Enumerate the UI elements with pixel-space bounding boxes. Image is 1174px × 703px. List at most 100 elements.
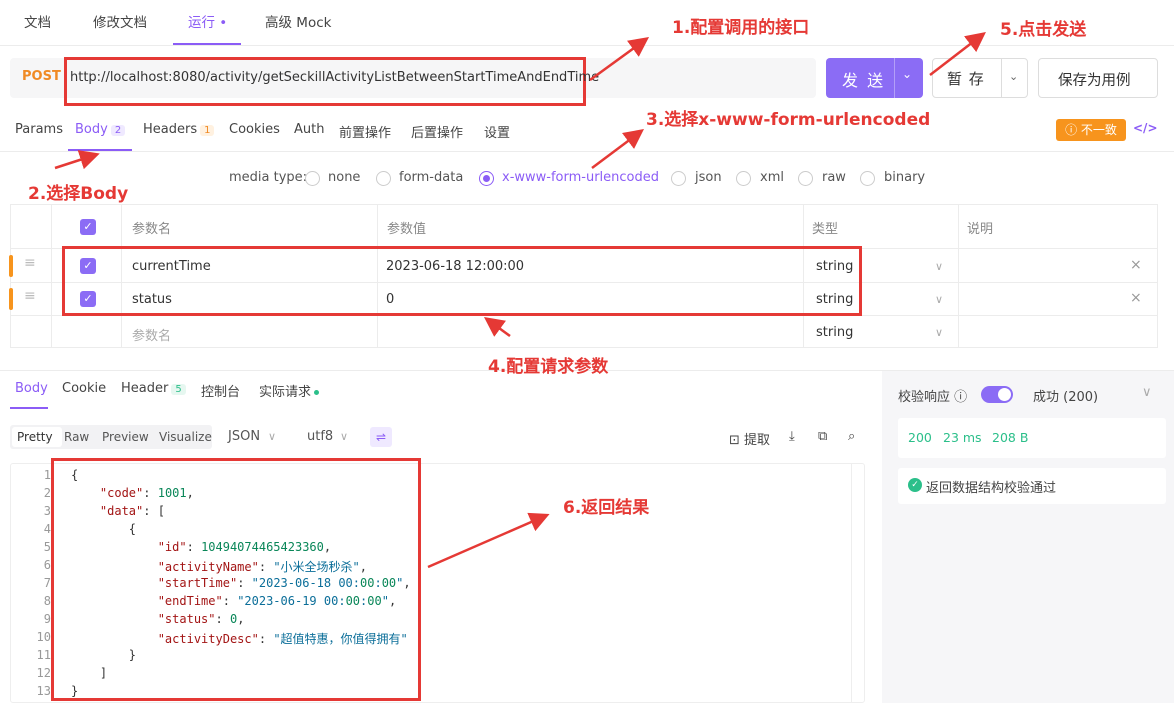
chevron-down-icon[interactable]: ∨	[935, 293, 943, 306]
chevron-down-icon[interactable]: ∨	[340, 430, 348, 443]
tab-body[interactable]: Body 2	[75, 122, 126, 137]
tab-response-cookie[interactable]: Cookie	[62, 381, 106, 396]
validate-toggle[interactable]	[981, 386, 1013, 403]
line-number: 12	[36, 666, 51, 680]
tab-response-header-label: Header	[121, 381, 169, 396]
chevron-down-icon[interactable]: ∨	[935, 326, 943, 339]
radio-label-form-data[interactable]: form-data	[399, 170, 463, 185]
tab-headers[interactable]: Headers 1	[143, 122, 215, 137]
select-all-checkbox[interactable]: ✓	[80, 219, 96, 235]
drag-handle-icon[interactable]: ≡	[24, 288, 36, 304]
scrollbar[interactable]	[851, 464, 865, 702]
tab-cookies[interactable]: Cookies	[229, 122, 280, 137]
view-visualize[interactable]: Visualize	[159, 430, 212, 444]
close-icon[interactable]: ×	[1130, 257, 1142, 273]
tab-pre-ops[interactable]: 前置操作	[339, 122, 391, 141]
tab-post-ops[interactable]: 后置操作	[411, 122, 463, 141]
top-tab-bar: 文档 修改文档 运行 • 高级 Mock	[0, 0, 1174, 46]
radio-json[interactable]	[671, 171, 686, 186]
save-as-case-button[interactable]: 保存为用例	[1038, 58, 1158, 98]
check-circle-icon: ✓	[908, 478, 922, 492]
tab-console[interactable]: 控制台	[201, 381, 240, 400]
radio-form-data[interactable]	[376, 171, 391, 186]
radio-label-xml[interactable]: xml	[760, 170, 784, 185]
tab-response-header[interactable]: Header 5	[121, 381, 186, 396]
status-select[interactable]: 成功 (200)	[1033, 386, 1098, 405]
encoding-select[interactable]: utf8	[307, 429, 333, 444]
annotation-6: 6.返回结果	[563, 498, 650, 518]
tab-params[interactable]: Params	[15, 122, 63, 137]
radio-label-binary[interactable]: binary	[884, 170, 925, 185]
radio-label-none[interactable]: none	[328, 170, 360, 185]
response-tab-bar: Body Cookie Header 5 控制台 实际请求	[0, 372, 880, 410]
close-icon[interactable]: ×	[1130, 290, 1142, 306]
annotation-5: 5.点击发送	[1000, 20, 1087, 40]
radio-raw[interactable]	[798, 171, 813, 186]
radio-xml[interactable]	[736, 171, 751, 186]
body-count-badge: 2	[110, 125, 126, 136]
row-status-marker	[9, 288, 13, 310]
header-param-desc: 说明	[967, 222, 994, 237]
radio-label-json[interactable]: json	[695, 170, 722, 185]
radio-label-raw[interactable]: raw	[822, 170, 846, 185]
tab-edit-docs[interactable]: 修改文档	[93, 11, 147, 31]
chevron-down-icon[interactable]: ∨	[1142, 385, 1152, 400]
validation-result: ✓ 返回数据结构校验通过	[898, 468, 1166, 504]
line-number: 8	[43, 594, 51, 608]
wrap-icon[interactable]: ⇌	[370, 427, 392, 447]
line-number: 10	[36, 630, 51, 644]
header-param-value: 参数值	[387, 222, 427, 237]
status-dot	[314, 390, 320, 395]
inconsistent-badge[interactable]: ⓘ 不一致	[1056, 119, 1126, 141]
tab-actual-request[interactable]: 实际请求	[259, 381, 320, 400]
method-select[interactable]: POST	[22, 69, 61, 84]
radio-label-urlencoded[interactable]: x-www-form-urlencoded	[502, 170, 659, 185]
drag-handle-icon[interactable]: ≡	[24, 255, 36, 271]
header-param-type: 类型	[812, 222, 839, 237]
annotation-1: 1.配置调用的接口	[672, 18, 810, 38]
line-number: 2	[43, 486, 51, 500]
radio-urlencoded[interactable]	[479, 171, 494, 186]
view-mode-switch: Pretty Raw Preview Visualize	[10, 425, 212, 449]
chevron-down-icon[interactable]: ⌄	[902, 67, 912, 81]
tab-docs[interactable]: 文档	[24, 11, 51, 31]
send-button[interactable]: 发 送 ⌄	[826, 58, 923, 98]
format-select[interactable]: JSON	[228, 429, 260, 444]
code-icon[interactable]: </>	[1133, 121, 1158, 135]
download-icon[interactable]: ⤓	[789, 429, 795, 444]
tab-auth[interactable]: Auth	[294, 122, 324, 137]
copy-icon[interactable]: ⧉	[818, 429, 827, 444]
line-number: 11	[36, 648, 51, 662]
tab-response-body[interactable]: Body	[15, 381, 48, 396]
chevron-down-icon[interactable]: ∨	[268, 430, 276, 443]
radio-binary[interactable]	[860, 171, 875, 186]
active-tab-indicator	[173, 43, 241, 45]
save-as-case-label: 保存为用例	[1058, 73, 1131, 89]
search-icon[interactable]: ⌕	[848, 429, 855, 444]
param-type-cell[interactable]: string	[816, 325, 853, 340]
save-draft-button[interactable]: 暂 存 ⌄	[932, 58, 1028, 98]
view-preview[interactable]: Preview	[102, 430, 149, 444]
row-status-marker	[9, 255, 13, 277]
radio-none[interactable]	[305, 171, 320, 186]
view-pretty[interactable]: Pretty	[17, 430, 53, 444]
url-input[interactable]: http://localhost:8080/activity/getSeckil…	[70, 70, 599, 85]
view-raw[interactable]: Raw	[64, 430, 89, 444]
tab-actual-request-label: 实际请求	[259, 385, 312, 400]
header-param-name: 参数名	[132, 222, 172, 237]
extract-button[interactable]: ⊡ 提取	[729, 429, 770, 448]
new-param-name-input[interactable]: 参数名	[132, 325, 171, 344]
chevron-down-icon[interactable]: ⌄	[1009, 70, 1018, 83]
chevron-down-icon[interactable]: ∨	[935, 260, 943, 273]
tab-settings[interactable]: 设置	[484, 122, 510, 141]
response-stats: 200 23 ms 208 B	[898, 418, 1166, 458]
status-code: 200	[908, 430, 932, 445]
save-divider	[1001, 59, 1002, 97]
line-number: 13	[36, 684, 51, 698]
tab-run[interactable]: 运行 •	[188, 11, 227, 31]
send-label: 发 送	[842, 71, 886, 90]
headers-count-badge: 1	[200, 125, 215, 136]
tab-advanced-mock[interactable]: 高级 Mock	[265, 11, 331, 31]
active-tab-indicator	[68, 149, 132, 151]
line-number: 5	[43, 540, 51, 554]
